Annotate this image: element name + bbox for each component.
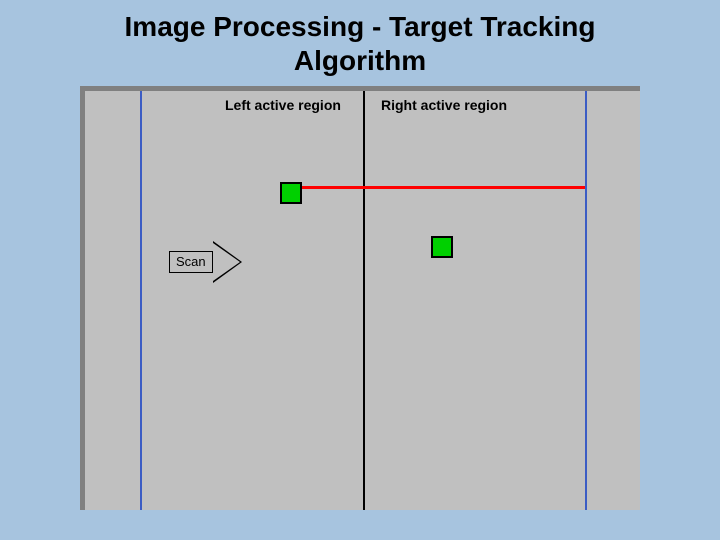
left-blue-guideline bbox=[140, 91, 142, 510]
right-region-label: Right active region bbox=[381, 97, 507, 113]
title-line-2: Algorithm bbox=[294, 45, 426, 76]
left-target-marker bbox=[280, 182, 302, 204]
scan-label: Scan bbox=[169, 251, 213, 273]
right-blue-guideline bbox=[585, 91, 587, 510]
scan-arrow: Scan bbox=[169, 241, 242, 283]
center-divider bbox=[363, 91, 365, 510]
left-region-label: Left active region bbox=[225, 97, 341, 113]
correlation-line bbox=[295, 186, 585, 189]
tracking-canvas: Left active region Right active region S… bbox=[80, 86, 640, 510]
right-target-marker bbox=[431, 236, 453, 258]
page-title: Image Processing - Target Tracking Algor… bbox=[0, 10, 720, 77]
title-line-1: Image Processing - Target Tracking bbox=[125, 11, 596, 42]
arrow-head-fill bbox=[213, 243, 240, 281]
